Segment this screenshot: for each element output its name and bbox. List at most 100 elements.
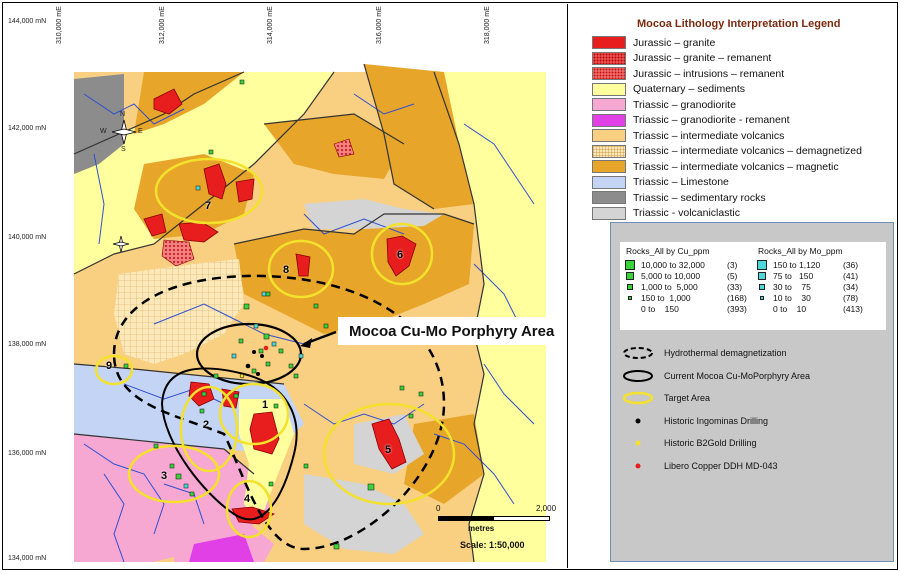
mo-marker-icon — [759, 283, 765, 290]
legend-item: Quaternary – sediments — [592, 82, 862, 98]
legend-swatch — [592, 82, 626, 96]
northing-label: 136,000 mN — [8, 450, 47, 457]
legend-swatch — [592, 113, 626, 127]
mo-range: 0 to 10 — [773, 303, 807, 314]
easting-label: 312,000 mE — [159, 6, 166, 44]
lithology-legend: Mocoa Lithology Interpretation Legend Ju… — [582, 8, 894, 228]
symbol-label: Historic B2Gold Drilling — [664, 438, 757, 449]
cu-row: 5,000 to 10,000 (5) — [626, 270, 747, 281]
cu-count: (393) — [727, 303, 747, 314]
target-label-5: 5 — [385, 444, 392, 456]
legend-item: Triassic - volcaniclastic — [592, 206, 862, 222]
legend-items: Jurassic – granite Jurassic – granite – … — [592, 35, 862, 221]
red-dot-icon — [620, 458, 656, 474]
yellow-ellipse-icon — [620, 390, 656, 406]
legend-item: Jurassic – granite — [592, 35, 862, 51]
cu-range: 5,000 to 10,000 — [641, 270, 701, 281]
mo-count: (36) — [843, 259, 859, 270]
legend-label: Jurassic – granite — [633, 36, 716, 49]
rocks-legend: Rocks_All by Cu_ppm 10,000 to 32,000 (3) … — [620, 242, 886, 330]
yellow-dot-icon — [620, 435, 656, 451]
legend-label: Triassic - volcaniclastic — [633, 207, 740, 220]
scale-bar: 0 2,000 metres Scale: 1:50,000 — [434, 504, 564, 554]
legend-swatch — [592, 191, 626, 205]
cu-marker-icon — [627, 283, 633, 290]
mo-range: 10 to 30 — [773, 292, 811, 303]
compass-s: S — [121, 146, 126, 153]
northing-label: 144,000 mN — [8, 18, 47, 25]
legend-label: Triassic – intermediate volcanics – magn… — [633, 160, 839, 173]
compass-w: W — [100, 128, 107, 135]
scale-units: metres — [468, 524, 495, 533]
legend-label: Triassic – granodiorite — [633, 98, 736, 111]
mo-legend: Rocks_All by Mo_ppm 150 to 1,120 (36) 75 … — [757, 246, 863, 314]
scale-ratio: Scale: 1:50,000 — [460, 540, 525, 550]
mo-row: 30 to 75 (34) — [758, 281, 863, 292]
target-label-1: 1 — [262, 399, 269, 411]
mo-legend-title: Rocks_All by Mo_ppm — [758, 246, 843, 256]
cu-range: 150 to 1,000 — [641, 292, 691, 303]
legend-label: Jurassic – granite – remanent — [633, 52, 772, 65]
legend-item: Triassic – sedimentary rocks — [592, 190, 862, 206]
symbol-label: Historic Ingominas Drilling — [664, 415, 769, 426]
legend-item: Triassic – intermediate volcanics — [592, 128, 862, 144]
mo-range: 75 to 150 — [773, 270, 814, 281]
legend-title: Mocoa Lithology Interpretation Legend — [637, 18, 841, 30]
target-label-4: 4 — [244, 493, 251, 505]
symbol-item: Historic B2Gold Drilling — [620, 432, 810, 455]
legend-item: Triassic – granodiorite - remanent — [592, 113, 862, 129]
target-label-7: 7 — [205, 200, 212, 212]
mo-row: 75 to 150 (41) — [758, 270, 863, 281]
symbol-legend: Hydrothermal demagnetization Current Moc… — [620, 342, 810, 477]
cu-marker-icon — [625, 259, 635, 270]
legend-label: Triassic – Limestone — [633, 176, 729, 189]
symbol-item: Hydrothermal demagnetization — [620, 342, 810, 365]
symbol-label: Target Area — [664, 393, 711, 404]
cu-marker-icon — [626, 271, 634, 280]
legend-item: Triassic – Limestone — [592, 175, 862, 191]
easting-label: 316,000 mE — [376, 6, 383, 44]
target-label-6: 6 — [397, 249, 404, 261]
legend-item: Jurassic – granite – remanent — [592, 51, 862, 67]
legend-item: Triassic – granodiorite — [592, 97, 862, 113]
symbol-label: Current Mocoa Cu-MoPorphyry Area — [664, 370, 811, 381]
legend-swatch — [592, 51, 626, 65]
solid-ellipse-icon — [620, 368, 656, 384]
legend-label: Quaternary – sediments — [633, 83, 746, 96]
dashed-ellipse-icon — [620, 345, 656, 361]
cu-row: 150 to 1,000 (168) — [626, 292, 747, 303]
mo-marker-icon — [760, 295, 764, 300]
symbol-item: Libero Copper DDH MD-043 — [620, 455, 810, 478]
northing-label: 142,000 mN — [8, 125, 47, 132]
legend-swatch — [592, 98, 626, 112]
legend-label: Triassic – intermediate volcanics — [633, 129, 785, 142]
easting-label: 314,000 mE — [267, 6, 274, 44]
mo-range: 150 to 1,120 — [773, 259, 821, 270]
mo-row: 0 to 10 (413) — [758, 303, 863, 314]
mo-count: (41) — [843, 270, 859, 281]
symbol-item: Current Mocoa Cu-MoPorphyry Area — [620, 365, 810, 388]
symbol-label: Hydrothermal demagnetization — [664, 348, 787, 359]
mo-marker-icon — [757, 259, 767, 270]
cu-count: (3) — [727, 259, 738, 270]
compass-n: N — [120, 111, 126, 118]
legend-swatch — [592, 160, 626, 174]
compass-e: E — [138, 128, 143, 135]
mo-count: (413) — [843, 303, 863, 314]
target-label-2: 2 — [203, 419, 210, 431]
cu-row: 10,000 to 32,000 (3) — [625, 259, 747, 270]
legend-label: Triassic – granodiorite - remanent — [633, 114, 790, 127]
legend-swatch — [592, 36, 626, 50]
northing-label: 134,000 mN — [8, 555, 47, 562]
legend-swatch — [592, 129, 626, 143]
black-dot-icon — [620, 413, 656, 429]
legend-swatch — [592, 175, 626, 189]
cu-range: 10,000 to 32,000 — [641, 259, 705, 270]
northing-label: 140,000 mN — [8, 234, 47, 241]
legend-item: Triassic – intermediate volcanics – dema… — [592, 144, 862, 160]
legend-label: Triassic – intermediate volcanics – dema… — [633, 145, 862, 158]
symbol-item: Historic Ingominas Drilling — [620, 410, 810, 433]
symbol-item: Target Area — [620, 387, 810, 410]
symbol-label: Libero Copper DDH MD-043 — [664, 460, 778, 471]
target-label-8: 8 — [283, 264, 290, 276]
